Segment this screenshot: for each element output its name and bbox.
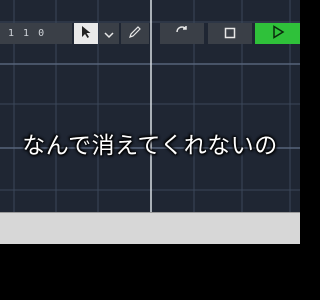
pencil-tool-icon (128, 24, 142, 43)
play-icon (271, 24, 285, 43)
loop-button[interactable] (160, 23, 204, 44)
position-bar: 1 (8, 28, 15, 39)
stop-icon (224, 24, 236, 43)
position-tick: 0 (38, 28, 45, 39)
pencil-tool-button[interactable] (121, 23, 149, 44)
bottom-letterbox (0, 244, 300, 300)
position-beat: 1 (23, 28, 30, 39)
pointer-tool-button[interactable] (74, 23, 98, 44)
pointer-tool-icon (80, 24, 92, 43)
loop-icon (174, 24, 190, 43)
subtitle-caption: なんで消えてくれないの (22, 133, 278, 159)
stop-button[interactable] (208, 23, 252, 44)
play-button[interactable] (255, 23, 300, 44)
chevron-down-icon (104, 24, 114, 43)
position-display[interactable]: 1 1 0 (0, 23, 72, 44)
tool-dropdown-button[interactable] (99, 23, 119, 44)
transport-toolbar (0, 212, 300, 245)
